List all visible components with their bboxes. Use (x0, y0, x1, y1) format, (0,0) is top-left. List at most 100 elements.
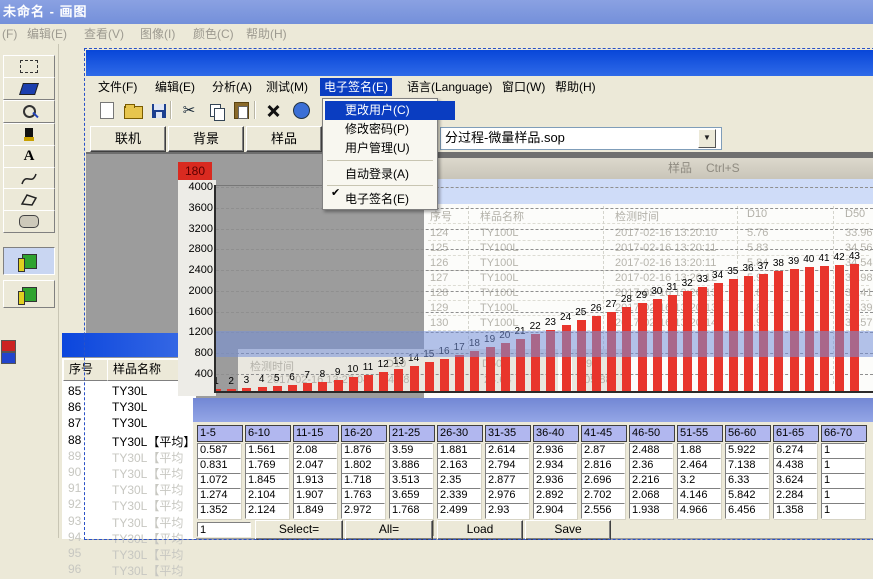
sample-cell: 5.83 (747, 242, 768, 254)
list-row-no[interactable]: 85 (68, 384, 81, 398)
sample-cell: TY100L (480, 257, 519, 269)
save-button[interactable] (148, 100, 170, 121)
y-tick-label-400: 400 (180, 368, 213, 380)
app-menu-item-6[interactable]: 窗口(W) (498, 78, 549, 96)
list-row-no[interactable]: 96 (68, 562, 81, 576)
tool-text-button[interactable]: A (3, 145, 55, 168)
globe-icon (293, 102, 310, 119)
list-row-name[interactable]: TY30L【平均 (112, 514, 194, 531)
palette-red-swatch[interactable] (1, 340, 16, 352)
tool-fill-button[interactable] (3, 77, 55, 100)
app-menu-item-1[interactable]: 编辑(E) (151, 78, 199, 96)
new-file-button[interactable] (96, 100, 118, 121)
chart-corner-label: 180 (178, 162, 212, 180)
list-row-name[interactable]: TY30L【平均 (112, 465, 194, 482)
app-button-联机[interactable]: 联机 (90, 126, 166, 152)
list-row-name[interactable]: TY30L (112, 400, 194, 414)
dist-cell: 1.769 (245, 458, 289, 474)
x-axis-line (214, 391, 873, 393)
chart-bar (455, 355, 464, 392)
gridline-3200 (216, 229, 873, 230)
app-menu-item-3[interactable]: 测试(M) (262, 78, 312, 96)
list-row-no[interactable]: 86 (68, 400, 81, 414)
list-row-no[interactable]: 92 (68, 497, 81, 511)
list-row-no[interactable]: 94 (68, 530, 81, 544)
bar-index-label: 4 (254, 374, 270, 385)
list-row-name[interactable]: TY30L【平均 (112, 530, 194, 547)
bar-index-label: 39 (786, 256, 802, 267)
tool-zoom-button[interactable] (3, 100, 55, 123)
paint-menu-item-5[interactable]: 帮助(H) (246, 26, 287, 42)
menu-item-0[interactable]: 更改用户(C) (325, 101, 455, 120)
sample-col-header-1: 样品名称 (480, 208, 524, 224)
paint-menu-item-1[interactable]: 编辑(E) (27, 26, 67, 42)
app-menu-item-0[interactable]: 文件(F) (94, 78, 141, 96)
menu-item-3[interactable]: 自动登录(A)✔ (325, 165, 455, 184)
tool-brush-button[interactable] (3, 123, 55, 146)
paste-mode-opaque-selection-button[interactable] (3, 247, 55, 275)
paint-menu-item-4[interactable]: 颜色(C) (193, 26, 234, 42)
sample-list-table[interactable]: 序号样品名称85TY30L86TY30L87TY30L88TY30L【平均】89… (62, 357, 196, 539)
list-row-name[interactable]: TY30L【平均 (112, 562, 194, 579)
list-row-name[interactable]: TY30L【平均 (112, 481, 194, 498)
palette-blue-swatch[interactable] (1, 352, 16, 364)
dist-button-Select[interactable]: Select= (255, 520, 343, 540)
dist-cell: 1.849 (293, 503, 337, 519)
cut-button[interactable]: ✂ (178, 100, 200, 121)
list-row-no[interactable]: 93 (68, 514, 81, 528)
paste-button[interactable] (230, 100, 252, 121)
tool-curve-button[interactable] (3, 167, 55, 190)
copy-button[interactable] (204, 100, 226, 121)
paint-title-bar[interactable]: 未命名 - 画图 (0, 0, 873, 24)
paste-mode-transparent-selection-button[interactable] (3, 280, 55, 308)
y-tick-label-2400: 2400 (180, 264, 213, 276)
sample-window-title-bar[interactable]: 样品 Ctrl+S (424, 158, 873, 179)
delete-button[interactable] (262, 100, 284, 121)
app-menu-bar: 文件(F) 编辑(E) 分析(A) 测试(M) 电子签名(E) 语言(Language)窗… (86, 76, 873, 98)
list-row-name[interactable]: TY30L【平均 (112, 546, 194, 563)
menu-item-2[interactable]: 用户管理(U) (325, 139, 455, 158)
page-input[interactable] (197, 522, 251, 537)
tool-rounded-rect-button[interactable] (3, 210, 55, 233)
bar-index-label: 5 (269, 373, 285, 384)
app-button-背景[interactable]: 背景 (168, 126, 244, 152)
list-row-no[interactable]: 87 (68, 416, 81, 430)
list-row-no[interactable]: 88 (68, 433, 81, 447)
tool-polygon-button[interactable] (3, 188, 55, 211)
paint-menu-item-3[interactable]: 图像(I) (140, 26, 175, 42)
app-title-bar[interactable] (86, 50, 873, 76)
paint-menu-item-2[interactable]: 查看(V) (84, 26, 124, 42)
app-menu-item-2[interactable]: 分析(A) (208, 78, 256, 96)
list-row-name[interactable]: TY30L【平均 (112, 449, 194, 466)
list-row-no[interactable]: 90 (68, 465, 81, 479)
bar-index-label: 13 (390, 356, 406, 367)
dist-button-All[interactable]: All= (345, 520, 433, 540)
dist-cell: 2.976 (485, 488, 529, 504)
app-menu-item-4[interactable]: 电子签名(E) (320, 78, 392, 96)
list-row-no[interactable]: 95 (68, 546, 81, 560)
combobox-dropdown-arrow-icon[interactable]: ▼ (698, 129, 716, 148)
select-icon (20, 60, 38, 73)
open-file-button[interactable] (122, 100, 144, 121)
dist-button-Save[interactable]: Save (525, 520, 611, 540)
menu-item-4[interactable]: 电子签名(E) (325, 190, 455, 209)
app-button-样品[interactable]: 样品 (246, 126, 322, 152)
list-row-no[interactable]: 89 (68, 449, 81, 463)
distribution-window-title-bar[interactable] (193, 398, 873, 422)
app-menu-item-5[interactable]: 语言(Language) (403, 78, 496, 96)
sop-file-combobox[interactable]: 分过程-微量样品.sop (440, 127, 722, 150)
app-menu-item-7[interactable]: 帮助(H) (551, 78, 600, 96)
list-row-no[interactable]: 91 (68, 481, 81, 495)
list-row-name[interactable]: TY30L【平均 (112, 497, 194, 514)
cut-icon: ✂ (183, 103, 196, 118)
sample-cell: 126 (430, 257, 448, 269)
list-row-name[interactable]: TY30L (112, 416, 194, 430)
dist-button-Load[interactable]: Load (437, 520, 523, 540)
dist-col-header-16-20: 16-20 (341, 425, 387, 442)
list-row-name[interactable]: TY30L【平均】 (112, 433, 194, 450)
dist-cell: 3.886 (389, 458, 433, 474)
menu-item-1[interactable]: 修改密码(P) (325, 120, 455, 139)
globe-button[interactable] (290, 100, 312, 121)
tool-select-button[interactable] (3, 55, 55, 78)
paint-menu-item-0[interactable]: (F) (2, 26, 17, 42)
